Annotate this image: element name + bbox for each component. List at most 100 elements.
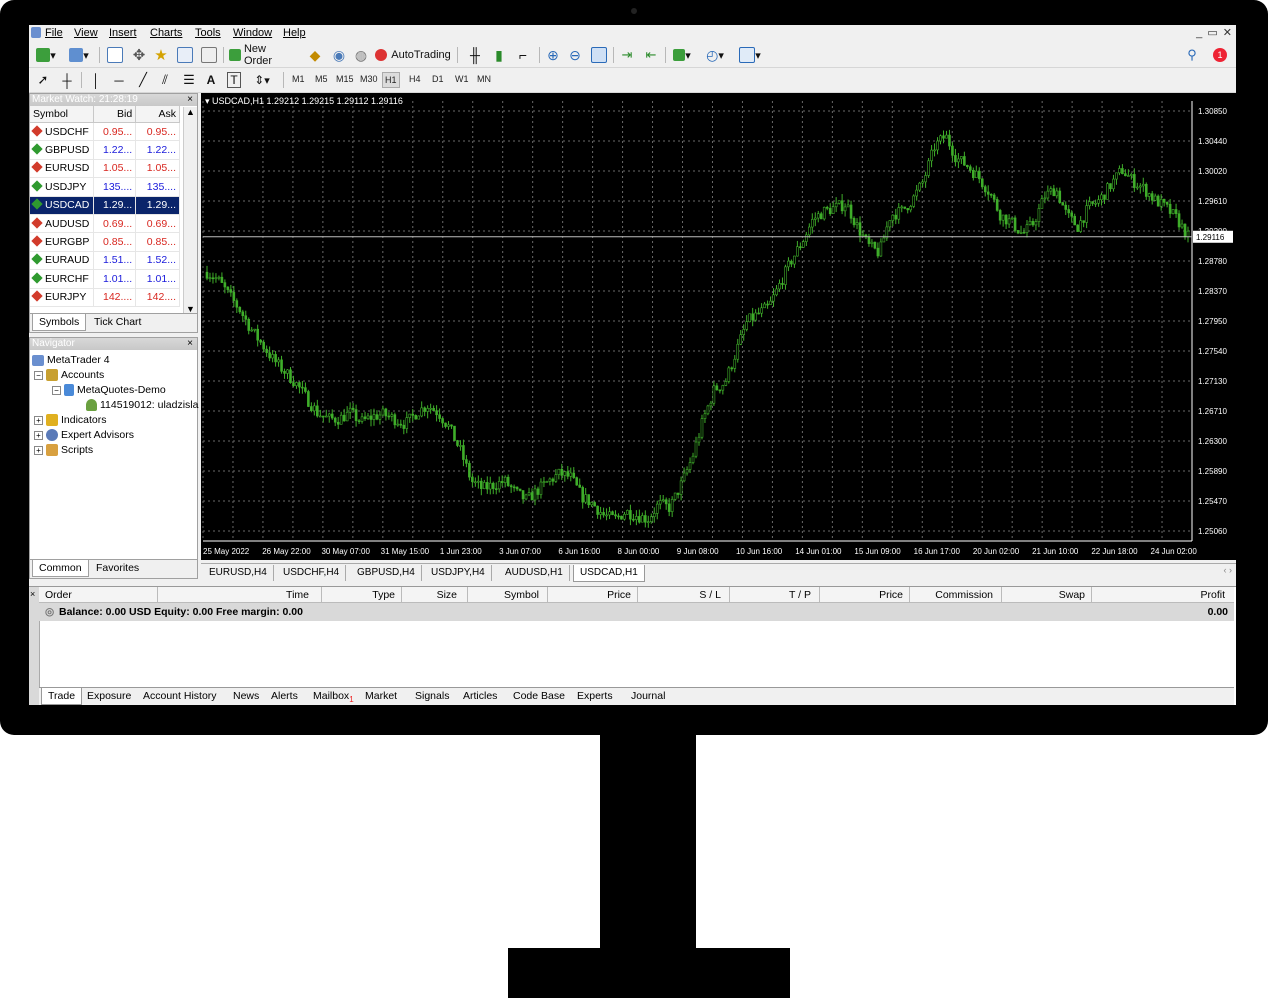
column-bid[interactable]: Bid — [93, 106, 137, 123]
chart-tab[interactable]: AUDUSD,H1 — [499, 565, 570, 581]
column-header[interactable]: Price — [607, 589, 631, 601]
terminal-tab[interactable]: Alerts — [271, 690, 298, 702]
terminal-tab[interactable]: News — [233, 690, 259, 702]
auto-scroll-icon[interactable]: ⇥ — [617, 46, 637, 64]
timeframe-mn[interactable]: MN — [477, 74, 491, 84]
terminal-tab[interactable]: Account History — [143, 690, 217, 702]
bar-chart-icon[interactable]: ╫ — [465, 46, 485, 64]
column-header[interactable]: Time — [286, 589, 309, 601]
terminal-tab[interactable]: Journal — [631, 690, 665, 702]
line-chart-icon[interactable]: ⌐ — [513, 46, 533, 64]
terminal-tab[interactable]: Signals — [415, 690, 449, 702]
symbol-cell[interactable]: EURUSD — [30, 159, 95, 179]
market-watch-row[interactable]: USDJPY 135.... 135.... — [30, 177, 180, 197]
tree-accounts[interactable]: − Accounts — [34, 369, 104, 381]
menu-help[interactable]: Help — [283, 27, 306, 39]
market-watch-icon[interactable] — [105, 46, 125, 64]
symbol-cell[interactable]: USDCAD — [30, 196, 95, 215]
expand-icon[interactable]: + — [34, 430, 43, 440]
tab-symbols[interactable]: Symbols — [32, 314, 87, 331]
symbol-cell[interactable]: EURAUD — [30, 251, 95, 271]
symbol-cell[interactable]: USDCHF — [30, 122, 95, 142]
new-order-button[interactable]: New Order — [229, 43, 297, 67]
market-watch-row[interactable]: USDCHF 0.95... 0.95... — [30, 122, 180, 142]
chart-tab-scroll-icon[interactable]: ‹ › — [1224, 565, 1233, 575]
timeframe-m30[interactable]: M30 — [360, 74, 378, 84]
symbol-cell[interactable]: EURGBP — [30, 232, 95, 252]
arrows-icon[interactable]: ⇕ ▾ — [249, 71, 275, 89]
chart-shift-icon[interactable]: ⇤ — [641, 46, 661, 64]
periods-icon[interactable]: ◴ ▾ — [701, 46, 729, 64]
close-icon[interactable]: × — [187, 338, 193, 350]
profiles-icon[interactable]: ▾ — [65, 46, 93, 64]
column-ask[interactable]: Ask — [135, 106, 180, 123]
chart-canvas[interactable]: 1.308501.304401.300201.296101.292001.287… — [201, 93, 1236, 560]
column-symbol[interactable]: Symbol — [30, 106, 95, 123]
column-header[interactable]: Symbol — [504, 589, 539, 601]
templates-icon[interactable]: ▾ — [735, 46, 765, 64]
menu-view[interactable]: View — [74, 27, 98, 39]
symbol-cell[interactable]: EURJPY — [30, 288, 95, 307]
autotrading-button[interactable]: AutoTrading — [375, 46, 451, 64]
tree-server[interactable]: − MetaQuotes-Demo — [52, 384, 166, 396]
expand-icon[interactable]: + — [34, 445, 43, 455]
chart-tab[interactable]: USDCHF,H4 — [277, 565, 347, 581]
timeframe-m15[interactable]: M15 — [336, 74, 354, 84]
menu-file[interactable]: File — [45, 27, 63, 39]
tree-indicators[interactable]: + Indicators — [34, 414, 107, 426]
timeframe-m1[interactable]: M1 — [292, 74, 305, 84]
text-icon[interactable]: A — [203, 71, 219, 89]
column-header[interactable]: Swap — [1059, 589, 1085, 601]
strategy-tester-icon[interactable] — [199, 46, 219, 64]
terminal-tab[interactable]: Experts — [577, 690, 613, 702]
market-watch-row[interactable]: EURGBP 0.85... 0.85... — [30, 232, 180, 252]
market-watch-row[interactable]: USDCAD 1.29... 1.29... — [30, 196, 180, 215]
price-chart[interactable]: 1.308501.304401.300201.296101.292001.287… — [201, 93, 1236, 560]
market-watch-row[interactable]: EURUSD 1.05... 1.05... — [30, 159, 180, 179]
market-watch-row[interactable]: EURCHF 1.01... 1.01... — [30, 269, 180, 289]
timeframe-d1[interactable]: D1 — [432, 74, 444, 84]
terminal-tab[interactable]: Code Base — [513, 690, 565, 702]
crosshair-icon[interactable]: ┼ — [57, 71, 77, 89]
tree-metatrader[interactable]: MetaTrader 4 — [32, 354, 110, 366]
terminal-tab[interactable]: Exposure — [87, 690, 131, 702]
signals-icon[interactable]: ◉ — [329, 46, 349, 64]
menu-tools[interactable]: Tools — [195, 27, 221, 39]
column-header[interactable]: Profit — [1200, 589, 1225, 601]
cursor-icon[interactable]: ➚ — [33, 71, 53, 89]
timeframe-h4[interactable]: H4 — [409, 74, 421, 84]
chart-tab[interactable]: USDJPY,H4 — [425, 565, 492, 581]
data-window-icon[interactable]: ✥ — [129, 46, 149, 64]
column-header[interactable]: Size — [437, 589, 457, 601]
market-watch-scrollbar[interactable]: ▲ ▼ — [183, 107, 197, 314]
symbol-cell[interactable]: USDJPY — [30, 177, 95, 197]
market-watch-row[interactable]: EURAUD 1.51... 1.52... — [30, 251, 180, 271]
terminal-tab[interactable]: Articles — [463, 690, 497, 702]
zoom-in-icon[interactable]: ⊕ — [543, 46, 563, 64]
symbol-cell[interactable]: AUDUSD — [30, 214, 95, 234]
column-header[interactable]: Order — [45, 589, 72, 601]
tab-favorites[interactable]: Favorites — [90, 562, 145, 574]
new-chart-icon[interactable]: ▾ — [33, 46, 59, 64]
symbol-cell[interactable]: GBPUSD — [30, 140, 95, 160]
terminal-tab[interactable]: Trade — [41, 688, 83, 705]
notifications-icon[interactable]: 1 — [1209, 46, 1231, 64]
chart-tab[interactable]: GBPUSD,H4 — [351, 565, 422, 581]
timeframe-m5[interactable]: M5 — [315, 74, 328, 84]
timeframe-w1[interactable]: W1 — [455, 74, 469, 84]
column-header[interactable]: Commission — [935, 589, 993, 601]
terminal-tab[interactable]: Mailbox1 — [313, 690, 354, 704]
tree-scripts[interactable]: + Scripts — [34, 444, 93, 456]
tree-account[interactable]: 114519012: uladzisla — [86, 399, 198, 411]
column-header[interactable]: T / P — [789, 589, 811, 601]
chart-tab[interactable]: USDCAD,H1 — [573, 565, 645, 582]
close-icon[interactable]: × — [187, 94, 193, 106]
terminal-tab[interactable]: Market — [365, 690, 397, 702]
text-label-icon[interactable]: T — [225, 71, 243, 89]
market-watch-row[interactable]: AUDUSD 0.69... 0.69... — [30, 214, 180, 234]
menu-window[interactable]: Window — [233, 27, 272, 39]
column-header[interactable]: Price — [879, 589, 903, 601]
fibonacci-icon[interactable]: ☰ — [179, 71, 199, 89]
metaeditor-icon[interactable]: ◆ — [305, 46, 325, 64]
search-icon[interactable]: ⚲ — [1183, 46, 1201, 64]
